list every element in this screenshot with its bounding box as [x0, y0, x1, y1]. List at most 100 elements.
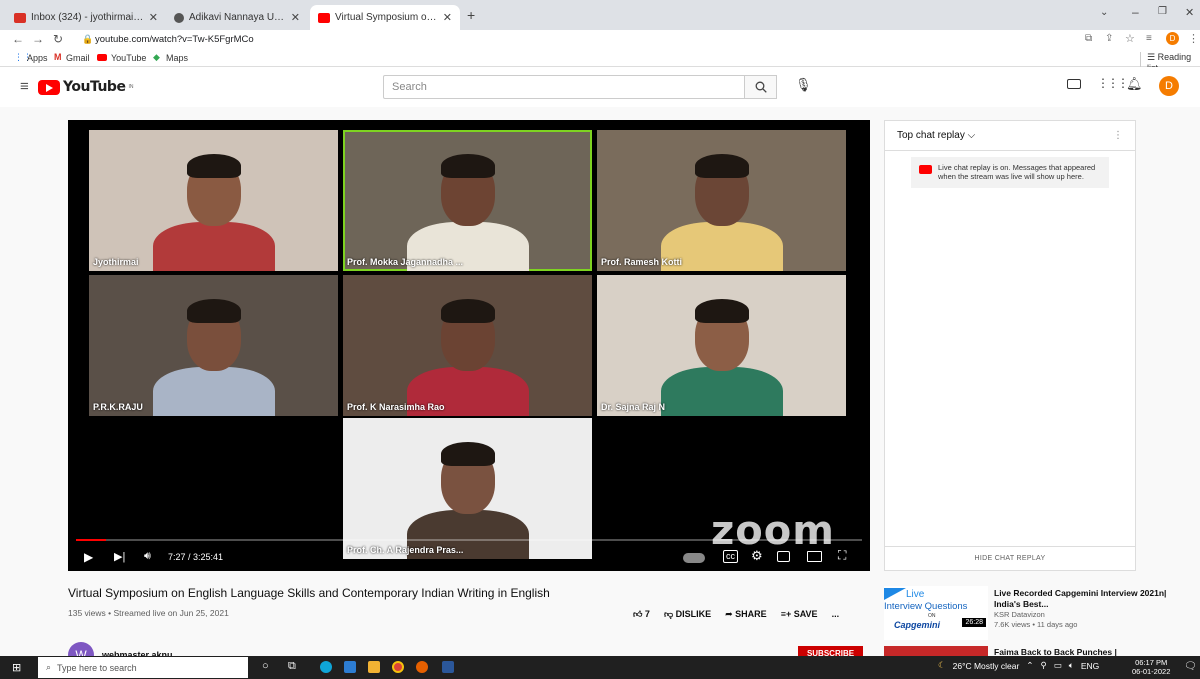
hide-chat-replay-button[interactable]: HIDE CHAT REPLAY — [885, 546, 1135, 570]
search-button[interactable] — [745, 75, 777, 99]
save-button[interactable]: ≡+ SAVE — [781, 609, 818, 620]
profile-avatar[interactable]: D — [1166, 32, 1179, 45]
bookmark-gmail[interactable]: Gmail — [66, 53, 90, 63]
create-video-icon[interactable] — [1067, 79, 1081, 89]
settings-gear-icon[interactable]: ⚙ — [751, 548, 763, 564]
more-actions-button[interactable]: ... — [832, 609, 840, 620]
recommendation-item[interactable]: Faima Back to Back Punches | — [884, 646, 1194, 656]
progress-bar[interactable] — [76, 539, 862, 541]
chat-replay-panel: Top chat replay ⌵ ⋮ Live chat replay is … — [884, 120, 1136, 571]
video-meta: 135 views • Streamed live on Jun 25, 202… — [68, 608, 229, 618]
network-icon[interactable]: ⚲ — [1040, 660, 1046, 671]
bookmark-maps[interactable]: Maps — [166, 53, 188, 63]
dislike-label: DISLIKE — [675, 609, 712, 619]
chat-notice-text: Live chat replay is on. Messages that ap… — [938, 163, 1096, 182]
maximize-button[interactable]: ❐ — [1158, 6, 1167, 17]
thumb-text: Live — [906, 589, 925, 600]
weather-text[interactable]: 26°C Mostly clear — [953, 661, 1020, 671]
hamburger-menu-icon[interactable]: ≡ — [20, 78, 29, 95]
search-input[interactable]: Search — [383, 75, 745, 99]
share-button[interactable]: ➦ SHARE — [725, 609, 767, 620]
next-button[interactable]: ▶| — [114, 550, 125, 563]
taskbar-search-input[interactable]: ⌕ Type here to search — [38, 657, 248, 678]
microphone-icon[interactable]: 🎙 — [795, 77, 812, 93]
file-explorer-icon[interactable] — [368, 661, 380, 673]
captions-button[interactable]: cc — [723, 550, 738, 563]
close-tab-icon[interactable]: ✕ — [291, 11, 300, 24]
edge-icon[interactable] — [320, 661, 332, 673]
windows-start-icon[interactable]: ⊞ — [12, 661, 21, 674]
tab-search-icon[interactable]: ⌄ — [1100, 7, 1108, 18]
install-icon[interactable]: ⧉ — [1085, 33, 1092, 44]
chevron-up-icon[interactable]: ⌃ — [1026, 660, 1033, 671]
task-view-icon[interactable]: ⧉ — [288, 660, 296, 673]
thumbs-down-icon: 👎︎ — [663, 609, 674, 619]
browser-menu-icon[interactable]: ⋮ — [1188, 32, 1199, 45]
apps-grid-icon[interactable]: ⋮⋮⋮ — [1097, 76, 1129, 90]
firefox-icon[interactable] — [416, 661, 428, 673]
volume-icon[interactable]: 🔊︎ — [144, 550, 151, 563]
cortana-icon[interactable]: ○ — [262, 660, 269, 672]
close-tab-icon[interactable]: ✕ — [443, 11, 452, 24]
bookmark-apps[interactable]: Apps — [27, 53, 48, 63]
share-icon[interactable]: ⇪ — [1105, 33, 1113, 44]
chevron-down-icon: ⌵ — [967, 130, 976, 141]
video-duration: 26:28 — [962, 618, 986, 627]
play-button[interactable]: ▶ — [84, 550, 93, 564]
recommendation-item[interactable]: Live Interview Questions ON Capgemini 26… — [884, 586, 1194, 640]
autoplay-toggle[interactable] — [683, 553, 705, 563]
fullscreen-button[interactable]: ⛶ — [838, 548, 846, 563]
miniplayer-button[interactable] — [777, 551, 790, 562]
tab-gmail[interactable]: Inbox (324) - jyothirmai@aknu.e ✕ — [6, 5, 166, 30]
dislike-button[interactable]: 👎︎ DISLIKE — [664, 609, 711, 620]
like-button[interactable]: 👍︎ 7 — [633, 609, 650, 620]
battery-icon[interactable]: ▭ — [1054, 660, 1062, 671]
more-options-icon[interactable]: ⋮ — [1113, 130, 1123, 141]
volume-icon[interactable]: 🔈︎ — [1069, 660, 1074, 671]
participant-hair — [441, 442, 495, 466]
tab-label: Inbox (324) - jyothirmai@aknu.e — [31, 12, 144, 23]
video-player[interactable]: Jyothirmai Prof. Mokka Jagannadha ... Prof… — [68, 120, 870, 571]
tab-university[interactable]: Adikavi Nannaya University | Raj ✕ — [166, 5, 308, 30]
thumb-text: ON — [928, 613, 936, 619]
save-label: SAVE — [793, 609, 818, 619]
forward-arrow-icon[interactable]: → — [32, 32, 44, 46]
participant-tile: Prof. Mokka Jagannadha ... — [343, 130, 592, 271]
notifications-bell-icon[interactable]: 🔔︎ — [1126, 76, 1143, 92]
account-avatar[interactable]: D — [1159, 76, 1179, 96]
close-tab-icon[interactable]: ✕ — [149, 11, 158, 24]
clock-date: 06-01-2022 — [1132, 667, 1171, 677]
chrome-icon[interactable] — [392, 661, 404, 673]
word-icon[interactable] — [442, 661, 454, 673]
reading-mode-icon[interactable]: ≡ — [1146, 33, 1152, 44]
store-icon[interactable] — [344, 661, 356, 673]
weather-moon-icon: ☾ — [938, 660, 946, 670]
clock-time: 06:17 PM — [1135, 658, 1168, 667]
player-controls: ▶ ▶| 🔊︎ 7:27 / 3:25:41 cc ⚙ ⛶ — [68, 543, 870, 571]
participant-hair — [187, 299, 241, 323]
minimize-button[interactable]: – — [1132, 5, 1139, 19]
url-field[interactable]: youtube.com/watch?v=Tw-K5FgrMCo — [95, 34, 254, 45]
notifications-icon[interactable]: 🗨︎ — [1184, 661, 1197, 672]
maps-icon: ◆ — [153, 52, 160, 62]
bookmark-youtube[interactable]: YouTube — [111, 53, 146, 63]
recommendation-thumbnail — [884, 646, 988, 656]
star-icon[interactable]: ☆ — [1125, 32, 1135, 45]
tab-youtube-active[interactable]: Virtual Symposium on Englis ✕ — [310, 5, 460, 30]
new-tab-button[interactable]: + — [467, 7, 475, 23]
theater-mode-button[interactable] — [807, 551, 822, 562]
close-window-button[interactable]: ✕ — [1185, 6, 1194, 19]
youtube-logo[interactable]: YouTube IN — [38, 79, 133, 95]
participant-tile: Prof. Ramesh Kotti — [597, 130, 846, 271]
video-title: Virtual Symposium on English Language Sk… — [68, 586, 550, 600]
reload-icon[interactable]: ↻ — [53, 32, 63, 46]
tab-label: Adikavi Nannaya University | Raj — [189, 12, 286, 23]
participant-body — [153, 367, 275, 416]
gmail-icon — [14, 12, 26, 23]
share-label: SHARE — [735, 609, 767, 619]
back-arrow-icon[interactable]: ← — [12, 32, 24, 46]
chat-header[interactable]: Top chat replay ⌵ ⋮ — [885, 121, 1135, 151]
clock[interactable]: 06:17 PM 06-01-2022 — [1132, 658, 1170, 677]
logo-text: YouTube — [63, 79, 126, 95]
language-indicator[interactable]: ENG — [1081, 661, 1099, 671]
